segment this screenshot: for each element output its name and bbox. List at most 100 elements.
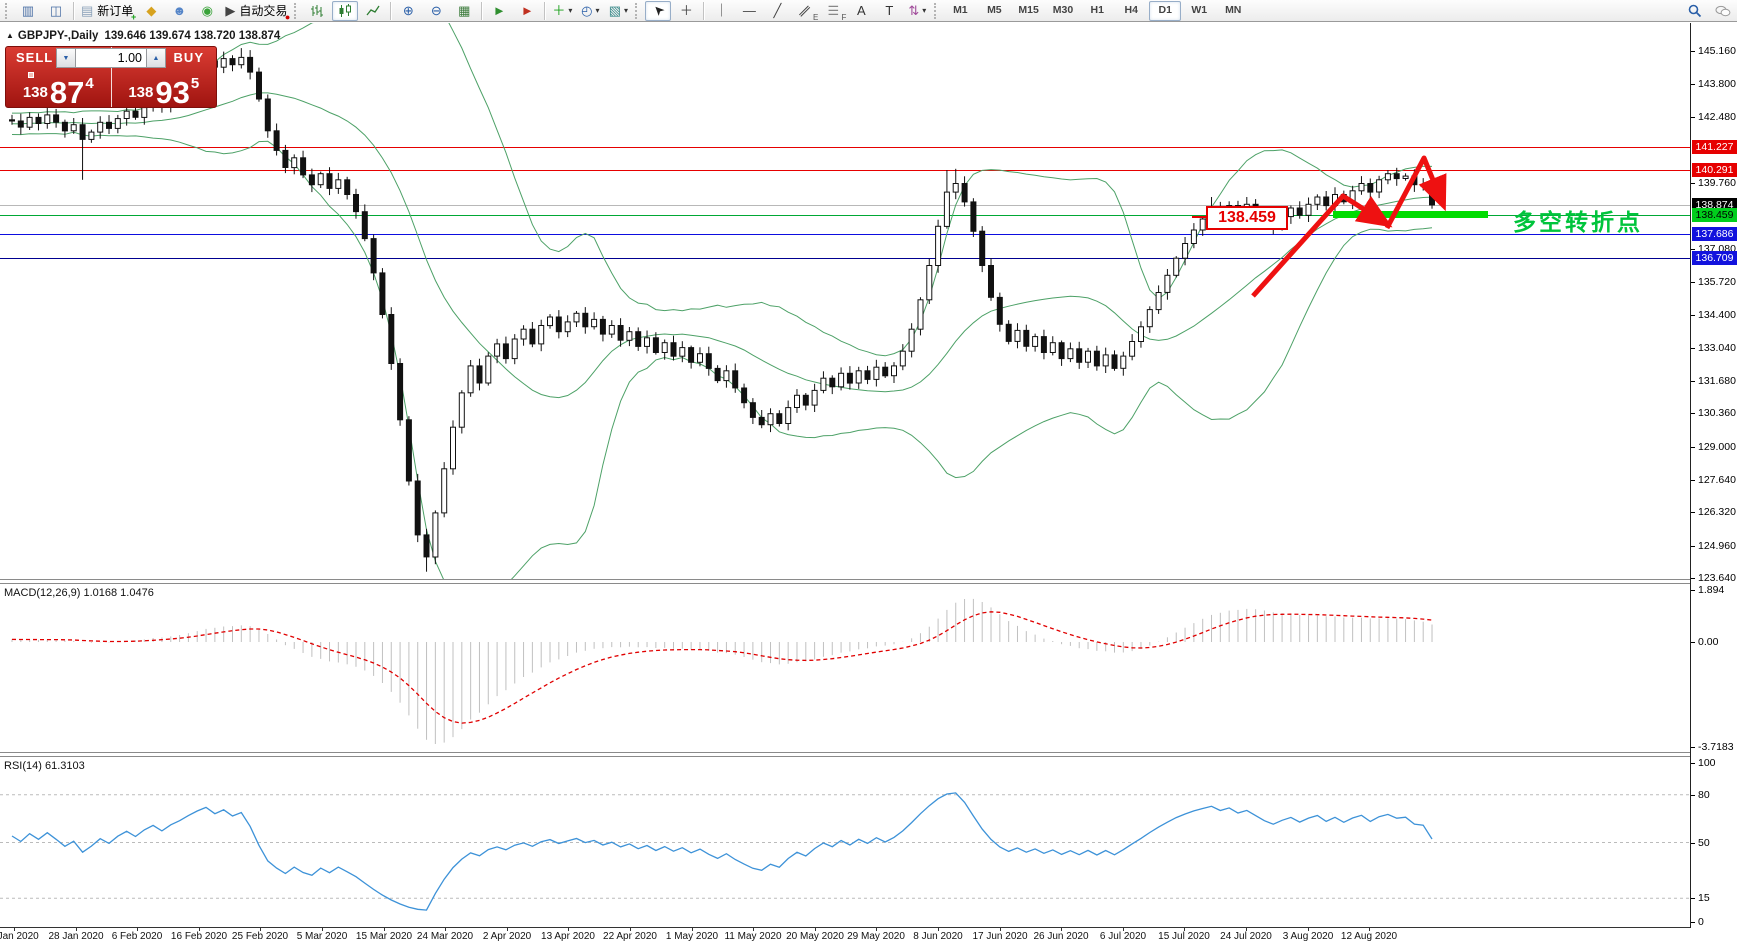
volume-decrease-button[interactable]: ▼ xyxy=(56,48,76,68)
line-chart-button[interactable] xyxy=(360,1,386,21)
pane-divider[interactable] xyxy=(0,752,1690,757)
one-click-trading-panel: SELL 138 87 4 BUY 138 93 5 xyxy=(5,46,217,108)
charts-window-icon[interactable]: ▥ xyxy=(15,1,41,21)
pane-divider[interactable] xyxy=(0,579,1690,584)
chat-icon[interactable] xyxy=(1710,1,1736,21)
time-label: 26 Jun 2020 xyxy=(1033,931,1088,942)
autotrading-button[interactable]: ▶●自动交易 xyxy=(222,1,290,21)
market-watch-icon[interactable]: ◆ xyxy=(138,1,164,21)
price-tick-label: 135.720 xyxy=(1698,276,1736,288)
time-label: 15 Mar 2020 xyxy=(356,931,412,942)
sell-price-prefix: 138 xyxy=(23,84,48,101)
fibonacci-button[interactable]: ☰F xyxy=(820,1,846,21)
support-band-annotation[interactable] xyxy=(1333,211,1488,218)
macd-pane[interactable]: MACD(12,26,9) 1.0168 1.0476 xyxy=(0,584,1690,752)
time-label: 24 Mar 2020 xyxy=(417,931,473,942)
sell-price-big: 87 xyxy=(50,80,84,106)
scale-tick xyxy=(1691,843,1695,844)
cursor-button[interactable]: ➤ xyxy=(645,1,671,21)
profiles-icon[interactable]: ◫ xyxy=(43,1,69,21)
price-tick-label: 139.760 xyxy=(1698,177,1736,189)
rsi-pane[interactable]: RSI(14) 61.3103 xyxy=(0,757,1690,927)
scale-tick xyxy=(1691,512,1695,513)
auto-scroll-button[interactable]: ► xyxy=(486,1,512,21)
crosshair-button[interactable]: ＋ xyxy=(673,1,699,21)
volume-stepper: ▼ ▲ xyxy=(56,48,166,68)
macd-scale-label: -3.7183 xyxy=(1698,741,1734,753)
trendline-button[interactable]: ╱ xyxy=(764,1,790,21)
collapse-icon[interactable]: ▲ xyxy=(6,31,14,40)
candlestick-chart-button[interactable] xyxy=(332,1,358,21)
timeframe-m1[interactable]: M1 xyxy=(944,1,976,21)
price-tick-label: 134.400 xyxy=(1698,309,1736,321)
signals-icon[interactable]: ◉ xyxy=(194,1,220,21)
macd-label: MACD(12,26,9) 1.0168 1.0476 xyxy=(4,587,154,599)
text-button[interactable]: A xyxy=(848,1,874,21)
scale-tick xyxy=(1691,795,1695,796)
cn-annotation-text[interactable]: 多空转折点 xyxy=(1513,203,1643,237)
chevron-down-icon: ▾ xyxy=(596,7,600,15)
price-annotation-dash xyxy=(1192,216,1206,218)
toolbar-separator xyxy=(544,2,545,20)
vertical-line-button[interactable]: ｜ xyxy=(708,1,734,21)
time-label: 16 Feb 2020 xyxy=(171,931,227,942)
timeframe-h1[interactable]: H1 xyxy=(1081,1,1113,21)
bar-chart-button[interactable] xyxy=(304,1,330,21)
symbol-ohlc-values: 139.646 139.674 138.720 138.874 xyxy=(104,30,280,42)
time-label: 11 May 2020 xyxy=(724,931,781,942)
main-chart-pane[interactable]: 138.459 多空转折点 ▲GBPJPY-,Daily139.646 139.… xyxy=(0,23,1690,580)
chart-shift-button[interactable]: ► xyxy=(514,1,540,21)
search-icon[interactable] xyxy=(1682,1,1708,21)
templates-button[interactable]: ▧▾ xyxy=(605,1,631,21)
terminal-icon[interactable]: ☻ xyxy=(166,1,192,21)
periods-button[interactable]: ◴▾ xyxy=(577,1,603,21)
timeframe-d1[interactable]: D1 xyxy=(1149,1,1181,21)
zoom-in-button[interactable]: ⊕ xyxy=(395,1,421,21)
toolbar-grip[interactable] xyxy=(934,3,938,19)
timeframe-m30[interactable]: M30 xyxy=(1047,1,1079,21)
time-label: 6 Jul 2020 xyxy=(1100,931,1146,942)
text-label-button[interactable]: T xyxy=(876,1,902,21)
scale-tick xyxy=(1691,381,1695,382)
time-label: 24 Jul 2020 xyxy=(1220,931,1272,942)
arrows-button[interactable]: ⇅▾ xyxy=(904,1,930,21)
timeframe-m5[interactable]: M5 xyxy=(978,1,1010,21)
price-tick-label: 123.640 xyxy=(1698,572,1736,584)
main-toolbar: ▥◫ ▤+新订单◆☻◉▶●自动交易 ⊕⊖▦ ►► ＋▾◴▾▧▾ ➤＋ ｜—╱∥E☰FAT⇅▾… xyxy=(0,0,1737,22)
horizontal-line-button[interactable]: — xyxy=(736,1,762,21)
price-tick-label: 129.000 xyxy=(1698,441,1736,453)
price-tick-label: 127.640 xyxy=(1698,474,1736,486)
scale-tick xyxy=(1691,117,1695,118)
sell-label: SELL xyxy=(16,50,53,65)
volume-input[interactable] xyxy=(76,48,146,68)
scale-tick xyxy=(1691,590,1695,591)
price-tick-label: 145.160 xyxy=(1698,45,1736,57)
price-annotation-label[interactable]: 138.459 xyxy=(1206,206,1288,230)
timeframe-m15[interactable]: M15 xyxy=(1012,1,1044,21)
macd-canvas xyxy=(0,584,1690,752)
scale-tick xyxy=(1691,447,1695,448)
tile-windows-button[interactable]: ▦ xyxy=(451,1,477,21)
toolbar-grip[interactable] xyxy=(635,3,639,19)
timeframe-mn[interactable]: MN xyxy=(1217,1,1249,21)
chevron-down-icon: ▾ xyxy=(568,7,572,15)
toolbar-grip[interactable] xyxy=(294,3,298,19)
toolbar-grip[interactable] xyxy=(5,3,9,19)
timeframe-h4[interactable]: H4 xyxy=(1115,1,1147,21)
price-tick-label: 130.360 xyxy=(1698,407,1736,419)
new-order-button[interactable]: ▤+新订单 xyxy=(78,1,136,21)
time-label: 6 Feb 2020 xyxy=(112,931,163,942)
rsi-scale-label: 80 xyxy=(1698,789,1710,801)
time-axis[interactable]: 9 Jan 202028 Jan 20206 Feb 202016 Feb 20… xyxy=(0,928,1690,944)
timeframe-w1[interactable]: W1 xyxy=(1183,1,1215,21)
price-scale[interactable]: 145.160143.800142.480139.760137.080135.7… xyxy=(1690,23,1737,928)
price-tick-label: 131.680 xyxy=(1698,375,1736,387)
zoom-out-button[interactable]: ⊖ xyxy=(423,1,449,21)
volume-increase-button[interactable]: ▲ xyxy=(146,48,166,68)
symbol-header: ▲GBPJPY-,Daily139.646 139.674 138.720 13… xyxy=(6,30,280,42)
time-label: 13 Apr 2020 xyxy=(541,931,595,942)
price-tick-label: 143.800 xyxy=(1698,78,1736,90)
time-label: 29 May 2020 xyxy=(847,931,905,942)
indicators-button[interactable]: ＋▾ xyxy=(549,1,575,21)
equidistant-channel-button[interactable]: ∥E xyxy=(792,1,818,21)
